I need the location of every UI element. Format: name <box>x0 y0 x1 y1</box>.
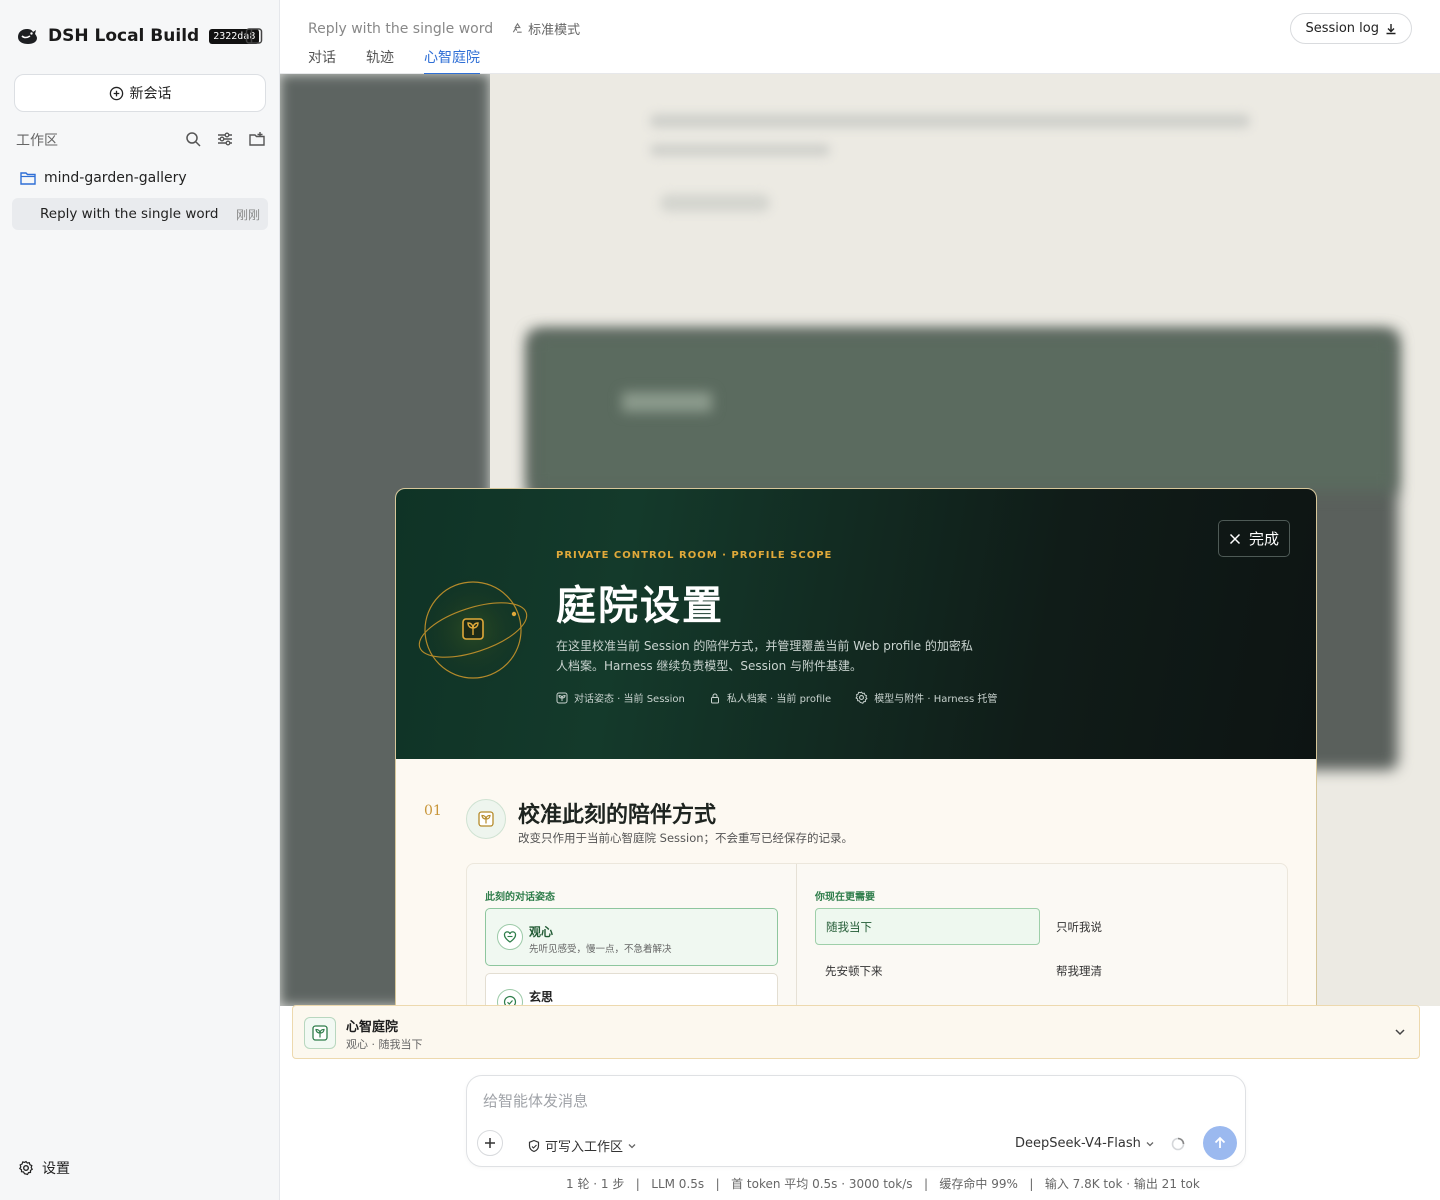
posture-option-xuansi[interactable]: 玄思 <box>485 973 778 1005</box>
sidebar-toggle-icon[interactable] <box>244 26 264 46</box>
search-icon[interactable] <box>184 130 202 148</box>
breadcrumb-title: Reply with the single word <box>308 20 494 37</box>
attach-button[interactable] <box>477 1130 503 1156</box>
message-composer: 可写入工作区 DeepSeek-V4-Flash <box>466 1075 1246 1167</box>
chevron-down-icon[interactable] <box>1393 1025 1407 1039</box>
sprout-icon <box>478 811 494 827</box>
message-input[interactable] <box>483 1092 1183 1110</box>
permission-label: 可写入工作区 <box>545 1140 624 1155</box>
modal-title: 庭院设置 <box>556 582 724 629</box>
garden-bar-subtitle: 观心 · 随我当下 <box>346 1038 423 1051</box>
sprout-icon <box>556 692 568 703</box>
new-chat-label: 新会话 <box>129 86 172 102</box>
arrow-up-icon <box>1214 1136 1226 1148</box>
need-option[interactable]: 帮我理清 <box>1046 952 1271 989</box>
folder-icon <box>20 172 36 185</box>
view-tabs: 对话 轨迹 心智庭院 <box>308 47 480 75</box>
meta-profile: 私人档案 · 当前 profile <box>709 690 831 705</box>
workspace-folder[interactable]: mind-garden-gallery <box>20 170 187 186</box>
gear-icon <box>855 691 868 704</box>
done-label: 完成 <box>1248 530 1279 548</box>
heart-icon <box>497 924 523 950</box>
model-selector[interactable]: DeepSeek-V4-Flash <box>1015 1136 1155 1151</box>
new-chat-button[interactable]: 新会话 <box>14 74 266 112</box>
run-stats: 1 轮 · 1 步 | LLM 0.5s | 首 token 平均 0.5s ·… <box>566 1177 1200 1191</box>
filter-sliders-icon[interactable] <box>216 130 234 148</box>
new-folder-icon[interactable] <box>248 130 266 148</box>
meta-profile-label: 私人档案 · 当前 profile <box>726 694 832 705</box>
send-button[interactable] <box>1203 1126 1237 1160</box>
loading-spinner-icon <box>1171 1137 1185 1151</box>
session-list-item[interactable]: Reply with the single word 刚刚 <box>12 198 268 230</box>
calibration-section: 01 校准此刻的陪伴方式 改变只作用于当前心智庭院 Session；不会重写已经… <box>396 759 1316 1005</box>
modal-eyebrow: PRIVATE CONTROL ROOM · PROFILE SCOPE <box>556 550 833 561</box>
session-time: 刚刚 <box>235 207 260 222</box>
mode-label: 标准模式 <box>528 23 581 38</box>
section-number: 01 <box>424 803 442 819</box>
meta-harness: 模型与附件 · Harness 托管 <box>855 690 997 705</box>
close-icon <box>1229 533 1241 544</box>
settings-label: 设置 <box>42 1161 70 1177</box>
need-option[interactable]: 只听我说 <box>1046 908 1271 945</box>
garden-settings-modal: 完成 PRIVATE CONTROL ROOM · PROFILE SCOPE … <box>395 488 1317 1006</box>
model-label: DeepSeek-V4-Flash <box>1015 1136 1141 1151</box>
workspace-header: 工作区 <box>16 130 266 150</box>
recycle-icon <box>512 22 522 33</box>
section-subtitle: 改变只作用于当前心智庭院 Session；不会重写已经保存的记录。 <box>518 831 854 845</box>
lock-icon <box>710 693 719 703</box>
posture-title: 玄思 <box>529 990 554 1004</box>
tab-chat[interactable]: 对话 <box>308 47 336 75</box>
tab-trace[interactable]: 轨迹 <box>366 47 394 75</box>
brand: DSH Local Build 2322da8 <box>16 24 260 48</box>
meta-harness-label: 模型与附件 · Harness 托管 <box>874 694 998 705</box>
download-icon <box>1386 23 1396 34</box>
session-title: Reply with the single word <box>40 206 219 222</box>
mode-indicator[interactable]: 标准模式 <box>511 19 580 38</box>
modal-hero: 完成 PRIVATE CONTROL ROOM · PROFILE SCOPE … <box>396 489 1316 759</box>
app-name: DSH Local Build <box>48 26 200 46</box>
main-header: Reply with the single word 标准模式 对话 轨迹 心智… <box>280 0 1440 75</box>
modal-description: 在这里校准当前 Session 的陪伴方式，并管理覆盖当前 Web profil… <box>556 639 973 673</box>
plus-icon <box>485 1138 495 1148</box>
gear-icon <box>18 1160 34 1176</box>
mind-garden-status-bar[interactable]: 心智庭院 观心 · 随我当下 <box>292 1005 1420 1059</box>
posture-desc: 先听见感受，慢一点，不急着解决 <box>529 944 672 955</box>
posture-label: 此刻的对话姿态 <box>485 892 555 903</box>
modal-meta: 对话姿态 · 当前 Session 私人档案 · 当前 profile 模型与附… <box>556 690 997 705</box>
check-circle-icon <box>497 989 523 1005</box>
garden-bar-title: 心智庭院 <box>346 1020 399 1035</box>
sidebar: DSH Local Build 2322da8 新会话 工作区 mind-gar… <box>0 0 280 1200</box>
section-icon <box>466 799 506 839</box>
section-title: 校准此刻的陪伴方式 <box>518 802 717 828</box>
whale-logo-icon <box>18 29 37 44</box>
workspace-label: 工作区 <box>16 133 58 149</box>
tab-mind-garden[interactable]: 心智庭院 <box>424 47 480 75</box>
garden-orb-emblem <box>418 575 528 685</box>
session-log-label: Session log <box>1305 21 1379 36</box>
posture-option-guanxin[interactable]: 观心 先听见感受，慢一点，不急着解决 <box>485 908 778 966</box>
chevron-down-icon <box>1146 1141 1154 1146</box>
need-option[interactable]: 随我当下 <box>815 908 1040 945</box>
session-log-button[interactable]: Session log <box>1290 13 1412 44</box>
need-option[interactable]: 先安顿下来 <box>815 952 1040 989</box>
done-button[interactable]: 完成 <box>1217 520 1290 557</box>
sprout-icon <box>304 1017 336 1049</box>
chevron-down-icon <box>628 1143 636 1148</box>
needs-label: 你现在更需要 <box>815 892 875 903</box>
shield-edit-icon <box>528 1139 540 1152</box>
breadcrumb: Reply with the single word 标准模式 <box>308 19 580 39</box>
calibration-panel: 此刻的对话姿态 观心 先听见感受，慢一点，不急着解决 玄思 你现在更需要 随我当… <box>466 863 1288 1005</box>
folder-name: mind-garden-gallery <box>44 170 187 186</box>
meta-posture: 对话姿态 · 当前 Session <box>556 690 685 705</box>
posture-title: 观心 <box>529 925 554 939</box>
permission-selector[interactable]: 可写入工作区 <box>527 1136 637 1155</box>
plus-circle-icon <box>109 86 123 100</box>
settings-button[interactable]: 设置 <box>18 1158 70 1178</box>
meta-posture-label: 对话姿态 · 当前 Session <box>574 694 685 705</box>
